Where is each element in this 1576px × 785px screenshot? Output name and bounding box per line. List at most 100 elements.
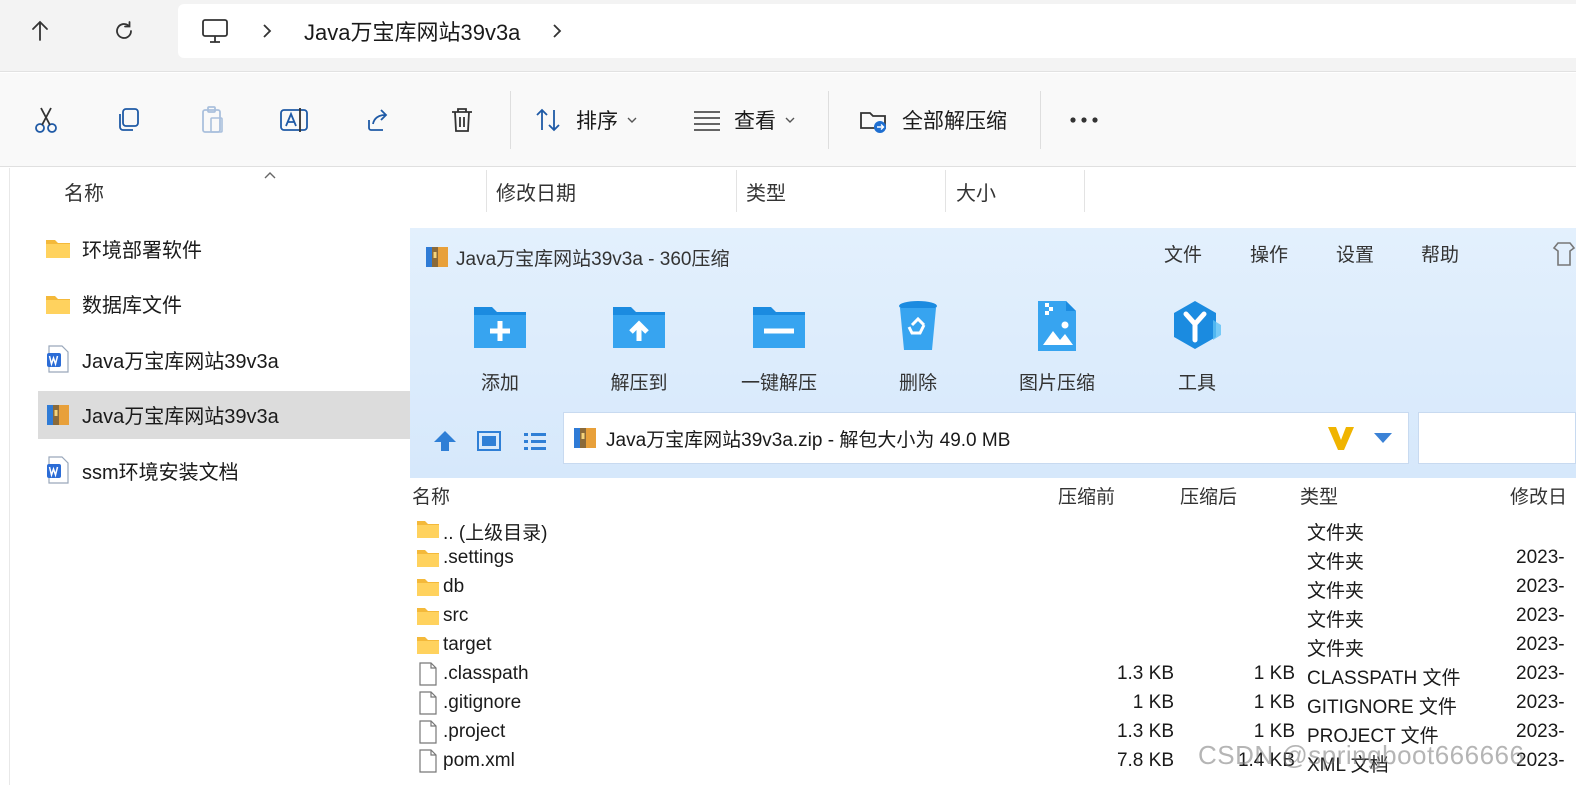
sort-label: 排序	[576, 110, 618, 133]
rename-icon[interactable]	[272, 98, 316, 142]
file-row[interactable]: 环境部署软件	[38, 224, 410, 272]
zip-row[interactable]: src 文件夹 2023-	[410, 602, 1576, 631]
zip-row-before: 7.8 KB	[1116, 750, 1174, 771]
zip-column-after[interactable]: 压缩后	[1180, 482, 1237, 509]
zip-row[interactable]: target 文件夹 2023-	[410, 631, 1576, 660]
file-row[interactable]: Java万宝库网站39v3a	[38, 335, 410, 383]
zip-title-bar: Java万宝库网站39v3a - 360压缩	[424, 242, 730, 272]
zip-row-date: 2023-	[1516, 634, 1565, 655]
command-bar: 排序 查看 全部解压缩	[0, 73, 1576, 167]
paste-icon[interactable]	[190, 98, 234, 142]
zip-row-name: .gitignore	[443, 692, 522, 713]
zip-row[interactable]: .settings 文件夹 2023-	[410, 544, 1576, 573]
extract-all-label: 全部解压缩	[902, 110, 1007, 133]
zip-row-type: GITIGNORE 文件	[1307, 697, 1457, 718]
zip-up-icon[interactable]	[430, 426, 460, 456]
tool-delete-button[interactable]: 删除	[863, 296, 973, 396]
menu-help[interactable]: 帮助	[1421, 240, 1459, 267]
tool-tools-button[interactable]: 工具	[1142, 296, 1252, 396]
folder-icon	[416, 604, 440, 628]
column-header-name[interactable]: 名称	[64, 168, 104, 214]
column-header-type[interactable]: 类型	[746, 168, 786, 214]
divider	[510, 91, 511, 149]
zip-row-type: 文件夹	[1307, 523, 1365, 544]
more-icon[interactable]	[1062, 98, 1106, 142]
column-header-size[interactable]: 大小	[956, 168, 996, 214]
zip-column-name[interactable]: 名称	[412, 482, 450, 509]
file-name: ssm环境安装文档	[82, 461, 239, 484]
zip-row-name: .. (上级目录)	[443, 523, 548, 544]
extract-all-button[interactable]: 全部解压缩	[858, 98, 1007, 142]
file-name: 环境部署软件	[82, 239, 202, 262]
extract-to-icon	[609, 296, 669, 356]
zip-row-type: 文件夹	[1307, 639, 1365, 660]
dropdown-arrow-icon[interactable]	[1372, 431, 1394, 445]
scissors-icon[interactable]	[24, 98, 68, 142]
menu-file[interactable]: 文件	[1164, 240, 1202, 267]
zip-path-text: Java万宝库网站39v3a.zip - 解包大小为 49.0 MB	[606, 429, 1011, 451]
breadcrumb-segment[interactable]: Java万宝库网站39v3a	[304, 15, 520, 47]
chevron-right-icon[interactable]	[550, 22, 564, 40]
v-logo-icon[interactable]	[1326, 423, 1356, 453]
zip-column-date[interactable]: 修改日	[1510, 482, 1567, 509]
chevron-right-icon[interactable]	[260, 22, 274, 40]
zip-row-after: 1 KB	[1253, 692, 1295, 713]
image-compress-icon	[1027, 296, 1087, 356]
refresh-icon[interactable]	[102, 12, 146, 50]
address-bar: Java万宝库网站39v3a	[0, 0, 1576, 72]
folder-icon	[416, 575, 440, 599]
zip-row-date: 2023-	[1516, 547, 1565, 568]
address-field[interactable]: Java万宝库网站39v3a	[178, 4, 1576, 58]
zip-row-before: 1.3 KB	[1116, 721, 1174, 742]
column-header-modified[interactable]: 修改日期	[496, 168, 576, 214]
zip-row-name: .settings	[443, 547, 514, 568]
zip-row-date: 2023-	[1516, 692, 1565, 713]
chevron-down-icon	[784, 116, 796, 124]
menu-operate[interactable]: 操作	[1250, 240, 1288, 267]
file-row[interactable]: 数据库文件	[38, 280, 410, 328]
zip-column-before[interactable]: 压缩前	[1058, 482, 1115, 509]
zip-row-type: 文件夹	[1307, 552, 1365, 573]
folder-icon	[416, 546, 440, 570]
zip-row-name: db	[443, 576, 465, 597]
monitor-icon	[200, 17, 230, 45]
tool-one-click-extract-label: 一键解压	[740, 373, 817, 394]
zip-row-after: 1 KB	[1253, 663, 1295, 684]
tool-add-button[interactable]: 添加	[445, 296, 555, 396]
tool-one-click-extract-button[interactable]: 一键解压	[724, 296, 834, 396]
zip-row-date: 2023-	[1516, 576, 1565, 597]
sort-button[interactable]: 排序	[534, 98, 638, 142]
list-view-icon[interactable]	[520, 426, 550, 456]
zip-row[interactable]: .gitignore 1 KB 1 KB GITIGNORE 文件 2023-	[410, 689, 1576, 718]
zip-row[interactable]: db 文件夹 2023-	[410, 573, 1576, 602]
zip-path-field[interactable]: Java万宝库网站39v3a.zip - 解包大小为 49.0 MB	[563, 412, 1409, 464]
view-button[interactable]: 查看	[692, 98, 796, 142]
trash-icon[interactable]	[440, 98, 484, 142]
skin-icon[interactable]	[1552, 240, 1576, 273]
zip-header: Java万宝库网站39v3a - 360压缩 文件 操作 设置 帮助 添加 解压…	[410, 228, 1576, 478]
divider	[486, 170, 487, 212]
divider	[1084, 170, 1085, 212]
folder-icon	[44, 234, 72, 262]
zip-row-type: 文件夹	[1307, 610, 1365, 631]
tool-extract-to-button[interactable]: 解压到	[584, 296, 694, 396]
zip-row-before: 1 KB	[1132, 692, 1174, 713]
copy-icon[interactable]	[106, 98, 150, 142]
recycle-icon	[888, 296, 948, 356]
zip-search-input[interactable]	[1418, 412, 1576, 464]
up-arrow-icon[interactable]	[18, 12, 62, 50]
zip-row[interactable]: .classpath 1.3 KB 1 KB CLASSPATH 文件 2023-	[410, 660, 1576, 689]
file-row[interactable]: Java万宝库网站39v3a	[38, 390, 410, 439]
menu-settings[interactable]: 设置	[1336, 240, 1374, 267]
tool-image-compress-button[interactable]: 图片压缩	[1002, 296, 1112, 396]
zip-row-name: target	[443, 634, 492, 655]
zip-title: Java万宝库网站39v3a - 360压缩	[456, 248, 730, 270]
thumbnail-view-icon[interactable]	[474, 426, 504, 456]
file-row[interactable]: ssm环境安装文档	[38, 446, 410, 494]
share-icon[interactable]	[356, 98, 400, 142]
tools-icon	[1167, 296, 1227, 356]
folder-icon	[416, 633, 440, 657]
zip-column-type[interactable]: 类型	[1300, 482, 1338, 509]
zip-row[interactable]: .. (上级目录) 文件夹	[410, 515, 1576, 544]
folder-icon	[416, 517, 440, 541]
